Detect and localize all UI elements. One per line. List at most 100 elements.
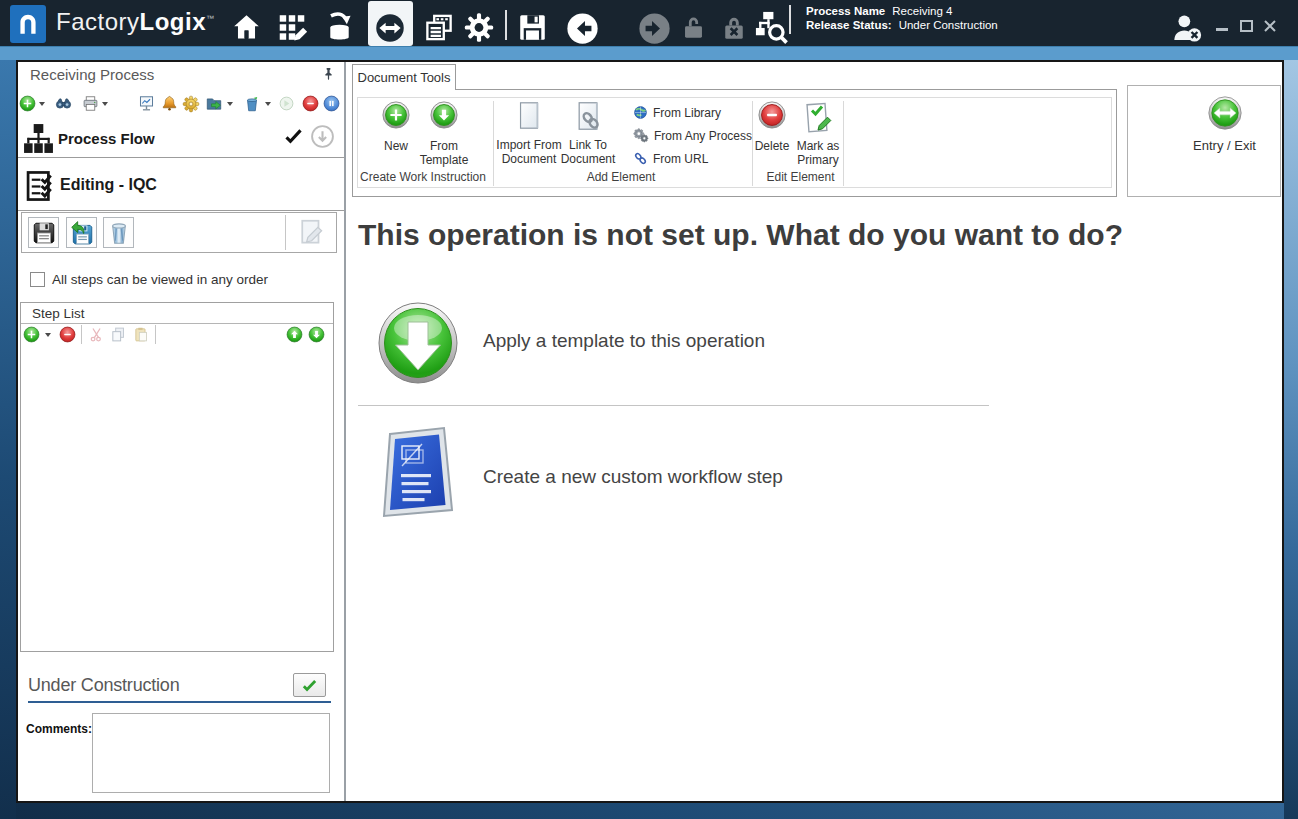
app-logo [10,5,46,43]
brand-text: FactoryLogix™ [56,8,215,36]
edit-grid-button[interactable] [276,12,308,47]
step-add-caret[interactable] [45,333,51,337]
editing-checklist-icon [25,167,57,209]
copy-button [110,326,127,347]
desktop-left-strip [0,60,16,819]
paste-button [133,326,150,347]
process-info: Process NameReceiving 4 Release Status:U… [806,4,998,32]
order-checkbox-label: All steps can be viewed in any order [52,272,268,287]
step-list-box[interactable] [20,302,334,652]
cut-button [88,326,105,347]
add-operation-caret[interactable] [39,102,45,106]
approve-button[interactable] [293,673,326,697]
ribbon-separator-3 [843,101,844,186]
step-add-button[interactable] [23,326,40,347]
from-any-process-button[interactable]: From Any Process [633,128,752,144]
unlock-button[interactable] [679,13,708,46]
back-button[interactable] [566,12,599,49]
presentation-button[interactable] [138,95,155,116]
alert-bell-button[interactable] [161,95,178,116]
desktop-right-strip [1284,60,1298,819]
apply-template-option[interactable] [378,302,458,388]
process-flow-expand-button[interactable] [310,124,335,153]
lock-x-button[interactable] [719,13,749,47]
comments-label: Comments: [26,722,92,736]
titlebar-separator [505,10,507,40]
move-down-button[interactable] [308,326,325,347]
package-import-button[interactable] [322,9,357,47]
pin-icon[interactable] [321,65,336,87]
home-button[interactable] [230,12,263,47]
titlebar: FactoryLogix™ Process NameReceiving 4 Re… [0,0,1298,46]
discard-button[interactable] [103,217,134,248]
process-flow-icon [22,122,55,159]
close-button[interactable] [1263,19,1277,37]
save-button[interactable] [517,12,548,47]
divider [18,157,345,158]
settings-gear-button[interactable] [462,12,496,47]
create-custom-option[interactable] [382,426,456,522]
print-button[interactable] [82,95,99,116]
process-name-label: Process Name [806,4,885,18]
process-settings-button[interactable] [182,95,200,117]
recycle-caret[interactable] [265,102,271,106]
maximize-button[interactable] [1240,20,1253,32]
new-button-label: New [384,139,408,153]
export-folder-caret[interactable] [227,102,233,106]
apply-template-label[interactable]: Apply a template to this operation [483,330,765,352]
resume-button[interactable] [278,95,295,116]
move-up-button[interactable] [286,326,303,347]
process-flow-check-icon [283,126,304,151]
group-label-create: Create Work Instruction [358,170,488,184]
link-label: Link To Document [553,138,623,166]
group-label-edit: Edit Element [754,170,847,184]
left-panel-title: Receiving Process [30,66,154,83]
export-folder-button[interactable] [205,95,223,116]
recycle-button[interactable] [243,95,261,117]
create-custom-label[interactable]: Create a new custom workflow step [483,466,783,488]
editing-item[interactable]: Editing - IQC [60,176,157,194]
step-toolbar-separator [81,325,82,344]
process-search-button[interactable] [753,8,788,49]
process-swap-button[interactable] [375,13,405,47]
documents-button[interactable] [423,12,455,47]
mark-as-primary-button[interactable]: Mark as Primary [790,101,846,167]
user-status-icon[interactable] [1170,12,1204,48]
save-as-template-button[interactable] [66,217,97,248]
from-url-button[interactable]: From URL [633,151,708,166]
from-library-button[interactable]: From Library [633,105,721,120]
divider [18,210,345,211]
panel-divider [344,62,346,801]
edit-disabled-button [296,217,326,251]
save-step-button[interactable] [28,217,59,248]
new-work-instruction-button[interactable]: New [369,101,423,153]
forward-button[interactable] [638,12,671,49]
process-name-value: Receiving 4 [892,4,952,18]
from-any-process-label: From Any Process [654,129,752,143]
add-operation-button[interactable] [19,95,36,116]
link-to-document-button[interactable]: Link To Document [553,101,623,166]
process-flow-item[interactable]: Process Flow [58,130,155,147]
from-template-button[interactable]: From Template [416,101,472,167]
minimize-button[interactable] [1216,28,1228,31]
toolbar-separator [285,215,286,250]
release-status-value: Under Construction [899,18,998,32]
status-underline [28,701,331,703]
print-caret[interactable] [102,102,108,106]
step-remove-button[interactable] [59,326,76,347]
search-binoculars-button[interactable] [55,95,72,116]
pause-button[interactable] [323,95,340,116]
order-checkbox[interactable] [30,272,45,287]
entry-exit-button[interactable] [1208,96,1242,134]
comments-textarea[interactable] [92,713,330,793]
options-divider [358,405,989,406]
step-toolbar-separator-2 [155,325,156,344]
tab-document-tools[interactable]: Document Tools [352,64,456,90]
status-heading: Under Construction [28,675,179,696]
delete-label: Delete [755,139,790,153]
from-template-label: From Template [416,139,472,167]
group-label-add: Add Element [490,170,752,184]
stop-button[interactable] [302,95,319,116]
from-url-label: From URL [653,152,708,166]
main-window: Receiving Process Process Flow Editing -… [16,60,1284,803]
